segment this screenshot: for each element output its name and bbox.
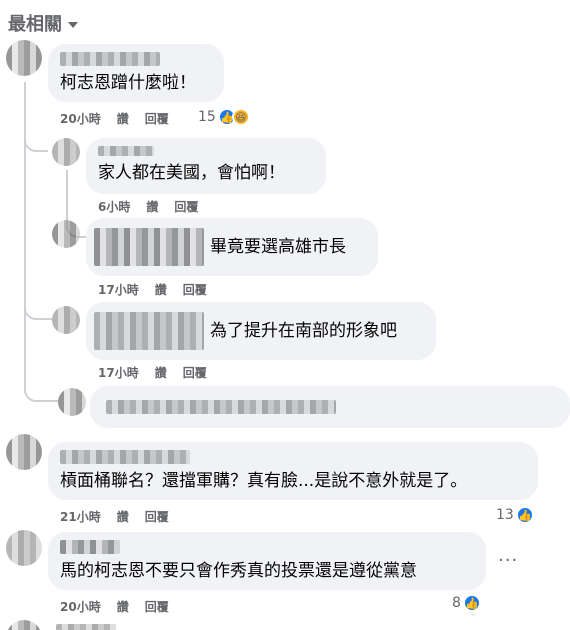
reply-button[interactable]: 回覆 xyxy=(145,508,169,525)
comment-time[interactable]: 17小時 xyxy=(98,364,139,381)
comment-actions: 20小時 讚 回覆 xyxy=(60,110,169,127)
avatar[interactable] xyxy=(52,306,80,334)
like-icon: 👍 xyxy=(462,594,481,612)
author-name-redacted[interactable] xyxy=(60,450,190,464)
comment-bubble: 家人都在美國，會怕啊！ xyxy=(86,138,326,194)
reaction-summary[interactable]: 8 👍 xyxy=(452,594,481,612)
comment-time[interactable]: 6小時 xyxy=(98,198,130,215)
reply-button[interactable]: 回覆 xyxy=(145,110,169,127)
comment-text: 槓面桶聯名？還擋軍購？真有臉...是說不意外就是了。 xyxy=(60,471,468,491)
like-icon: 👍 xyxy=(515,506,534,524)
comment-bubble: 畢竟要選高雄市長 xyxy=(86,218,378,276)
author-name-redacted[interactable] xyxy=(98,146,154,156)
avatar[interactable] xyxy=(6,40,42,76)
comment-bubble: 槓面桶聯名？還擋軍購？真有臉...是說不意外就是了。 xyxy=(48,442,538,500)
thread-connector xyxy=(24,260,52,320)
avatar[interactable] xyxy=(6,620,42,630)
reaction-count: 8 xyxy=(452,595,461,611)
comment-actions: 17小時 讚 回覆 xyxy=(98,364,207,381)
comment-actions: 17小時 讚 回覆 xyxy=(98,281,207,298)
like-button[interactable]: 讚 xyxy=(155,364,167,381)
redacted-content xyxy=(106,400,336,414)
avatar[interactable] xyxy=(58,388,86,416)
comment-time[interactable]: 21小時 xyxy=(60,508,101,525)
chevron-down-icon xyxy=(68,22,78,28)
comment-actions: 20小時 讚 回覆 xyxy=(60,598,169,615)
sort-label: 最相關 xyxy=(8,14,62,35)
comment-bubble: 為了提升在南部的形象吧 xyxy=(86,302,436,360)
sort-dropdown[interactable]: 最相關 xyxy=(8,10,78,36)
comment-time[interactable]: 20小時 xyxy=(60,598,101,615)
comment-actions: 21小時 讚 回覆 xyxy=(60,508,169,525)
comment-bubble: 柯志恩蹭什麼啦！ xyxy=(48,44,224,102)
reaction-count: 15 xyxy=(198,109,216,125)
like-button[interactable]: 讚 xyxy=(146,198,158,215)
reply-button[interactable]: 回覆 xyxy=(145,598,169,615)
author-name-redacted[interactable] xyxy=(94,312,204,350)
comment-text: 柯志恩蹭什麼啦！ xyxy=(60,73,196,93)
reply-button[interactable]: 回覆 xyxy=(183,281,207,298)
reply-button[interactable]: 回覆 xyxy=(183,364,207,381)
comment-actions: 6小時 讚 回覆 xyxy=(98,198,198,215)
reaction-summary[interactable]: 13 👍 xyxy=(496,506,534,524)
author-name-redacted[interactable] xyxy=(60,540,120,554)
avatar[interactable] xyxy=(52,138,80,166)
like-button[interactable]: 讚 xyxy=(155,281,167,298)
thread-connector xyxy=(24,130,48,152)
reaction-count: 13 xyxy=(496,507,514,523)
comment-text: 家人都在美國，會怕啊！ xyxy=(98,163,285,183)
comment-text: 畢竟要選高雄市長 xyxy=(210,237,346,257)
like-button[interactable]: 讚 xyxy=(117,508,129,525)
like-button[interactable]: 讚 xyxy=(117,110,129,127)
avatar[interactable] xyxy=(6,434,42,470)
reply-button[interactable]: 回覆 xyxy=(174,198,198,215)
haha-icon: 😆 xyxy=(231,108,250,126)
comment-time[interactable]: 20小時 xyxy=(60,110,101,127)
hidden-reply[interactable] xyxy=(90,386,570,428)
author-name-redacted[interactable] xyxy=(56,624,116,630)
avatar[interactable] xyxy=(52,220,80,248)
more-options-icon[interactable]: ··· xyxy=(498,550,518,571)
avatar[interactable] xyxy=(6,530,42,566)
comment-text: 馬的柯志恩不要只會作秀真的投票還是遵從黨意 xyxy=(60,561,417,581)
like-button[interactable]: 讚 xyxy=(117,598,129,615)
author-name-redacted[interactable] xyxy=(60,52,160,66)
comment-bubble: 馬的柯志恩不要只會作秀真的投票還是遵從黨意 xyxy=(48,532,486,590)
comment-text: 為了提升在南部的形象吧 xyxy=(210,321,397,341)
reaction-summary[interactable]: 15 👍 😆 xyxy=(198,108,250,126)
author-name-redacted[interactable] xyxy=(94,228,204,266)
comment-time[interactable]: 17小時 xyxy=(98,281,139,298)
